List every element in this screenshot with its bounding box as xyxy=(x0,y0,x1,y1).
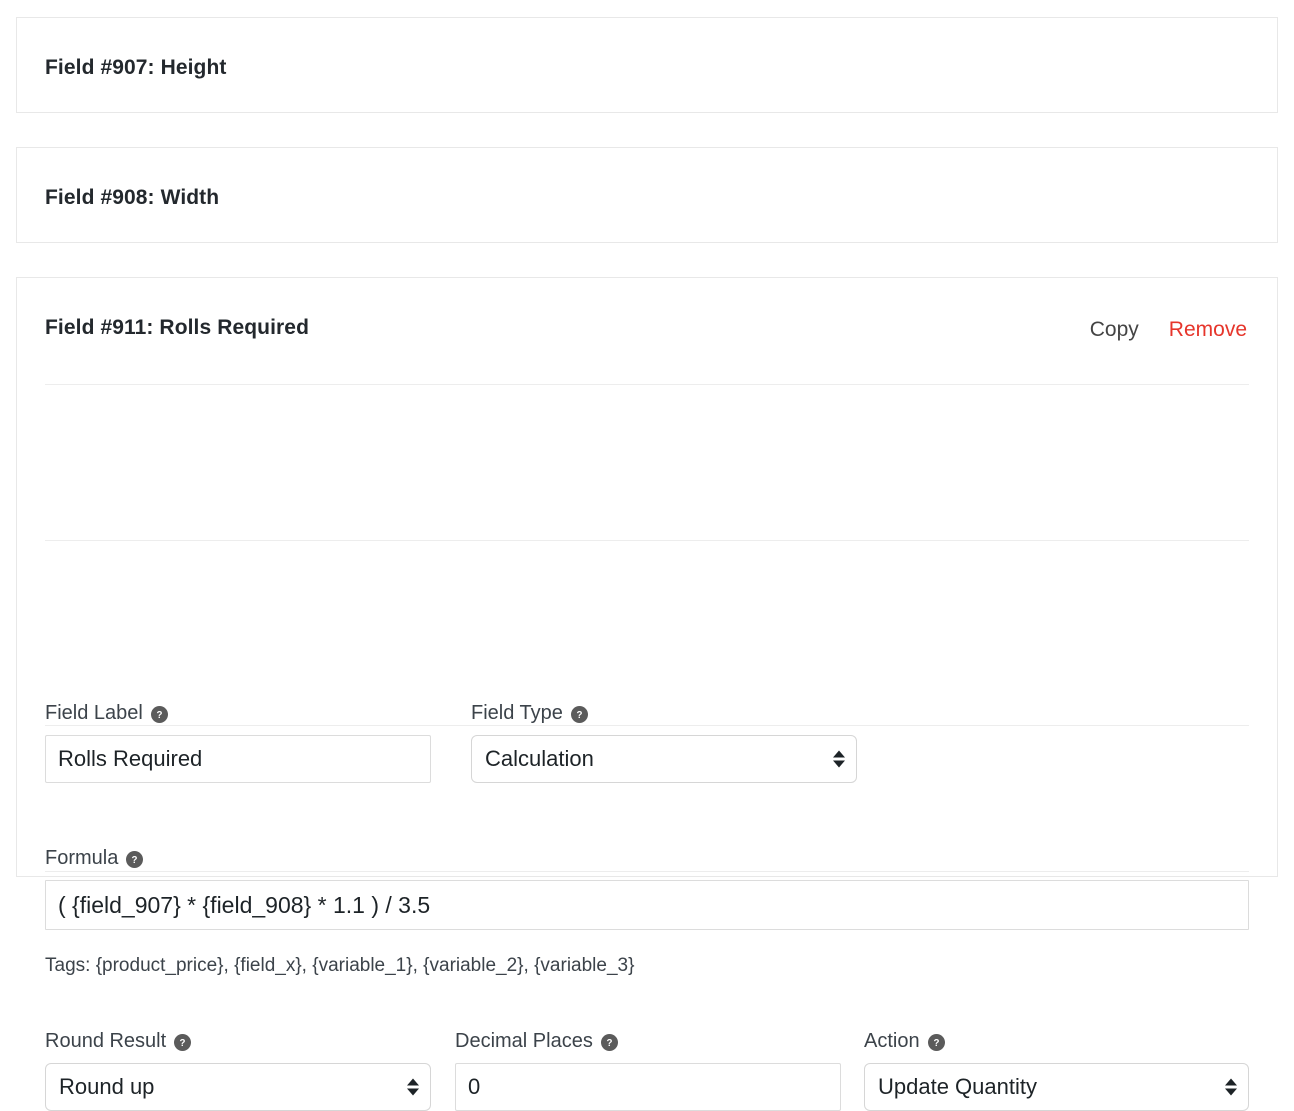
formula-tags-hint: Tags: {product_price}, {field_x}, {varia… xyxy=(45,955,635,976)
action-label-text: Action xyxy=(864,1030,920,1052)
divider xyxy=(45,725,1249,726)
decimal-places-caption: Decimal Places ? xyxy=(455,1031,841,1051)
field-type-caption: Field Type ? xyxy=(471,703,857,723)
field-label-text: Field Label xyxy=(45,702,143,724)
field-type-text: Field Type xyxy=(471,702,563,724)
action-value: Update Quantity xyxy=(878,1074,1037,1099)
decimal-places-group: Decimal Places ? 0 xyxy=(455,1031,841,1111)
action-select[interactable]: Update Quantity xyxy=(864,1063,1249,1111)
field-type-select[interactable]: Calculation xyxy=(471,735,857,783)
round-result-caption: Round Result ? xyxy=(45,1031,431,1051)
round-result-select[interactable]: Round up xyxy=(45,1063,431,1111)
round-result-value: Round up xyxy=(59,1074,155,1099)
chevron-updown-icon xyxy=(407,1078,419,1096)
help-icon[interactable]: ? xyxy=(570,705,588,723)
decimal-places-label-text: Decimal Places xyxy=(455,1030,593,1052)
field-card-title: Field #907: Height xyxy=(45,56,227,79)
svg-text:?: ? xyxy=(606,1037,612,1048)
field-card-expanded-911: Field #911: Rolls Required Copy Remove F… xyxy=(16,277,1278,1111)
field-label-input[interactable]: Rolls Required xyxy=(45,735,431,783)
field-type-group: Field Type ? Calculation xyxy=(471,703,857,783)
svg-text:?: ? xyxy=(180,1037,186,1048)
round-result-group: Round Result ? Round up xyxy=(45,1031,431,1111)
action-caption: Action ? xyxy=(864,1031,1249,1051)
decimal-places-input[interactable]: 0 xyxy=(455,1063,841,1111)
divider xyxy=(45,871,1249,872)
help-icon[interactable]: ? xyxy=(126,850,144,868)
formula-group: Formula ? ( {field_907} * {field_908} * … xyxy=(45,848,1249,930)
chevron-updown-icon xyxy=(833,750,845,768)
field-editor-page: Field #907: Height Field #908: Width Fie… xyxy=(0,0,1294,1111)
divider xyxy=(45,540,1249,541)
copy-field-link[interactable]: Copy xyxy=(1090,318,1139,342)
field-card-collapsed-907[interactable]: Field #907: Height xyxy=(16,17,1278,113)
help-icon[interactable]: ? xyxy=(600,1033,618,1051)
field-card-title: Field #908: Width xyxy=(45,186,220,209)
svg-text:?: ? xyxy=(132,854,138,865)
action-group: Action ? Update Quantity xyxy=(864,1031,1249,1111)
field-card-title: Field #911: Rolls Required xyxy=(45,316,310,339)
field-card-header-actions: Copy Remove xyxy=(1090,318,1247,342)
svg-text:?: ? xyxy=(933,1037,939,1048)
remove-field-link[interactable]: Remove xyxy=(1169,318,1247,342)
formula-input[interactable]: ( {field_907} * {field_908} * 1.1 ) / 3.… xyxy=(45,880,1249,930)
formula-caption: Formula ? xyxy=(45,848,1249,868)
help-icon[interactable]: ? xyxy=(927,1033,945,1051)
field-card-collapsed-908[interactable]: Field #908: Width xyxy=(16,147,1278,243)
svg-text:?: ? xyxy=(576,709,582,720)
formula-label-text: Formula xyxy=(45,847,119,869)
help-icon[interactable]: ? xyxy=(150,705,168,723)
chevron-updown-icon xyxy=(1225,1078,1237,1096)
field-label-caption: Field Label ? xyxy=(45,703,431,723)
divider xyxy=(45,384,1249,385)
help-icon[interactable]: ? xyxy=(174,1033,192,1051)
svg-text:?: ? xyxy=(156,709,162,720)
field-type-value: Calculation xyxy=(485,746,594,771)
round-result-label-text: Round Result xyxy=(45,1030,167,1052)
field-label-group: Field Label ? Rolls Required xyxy=(45,703,431,783)
